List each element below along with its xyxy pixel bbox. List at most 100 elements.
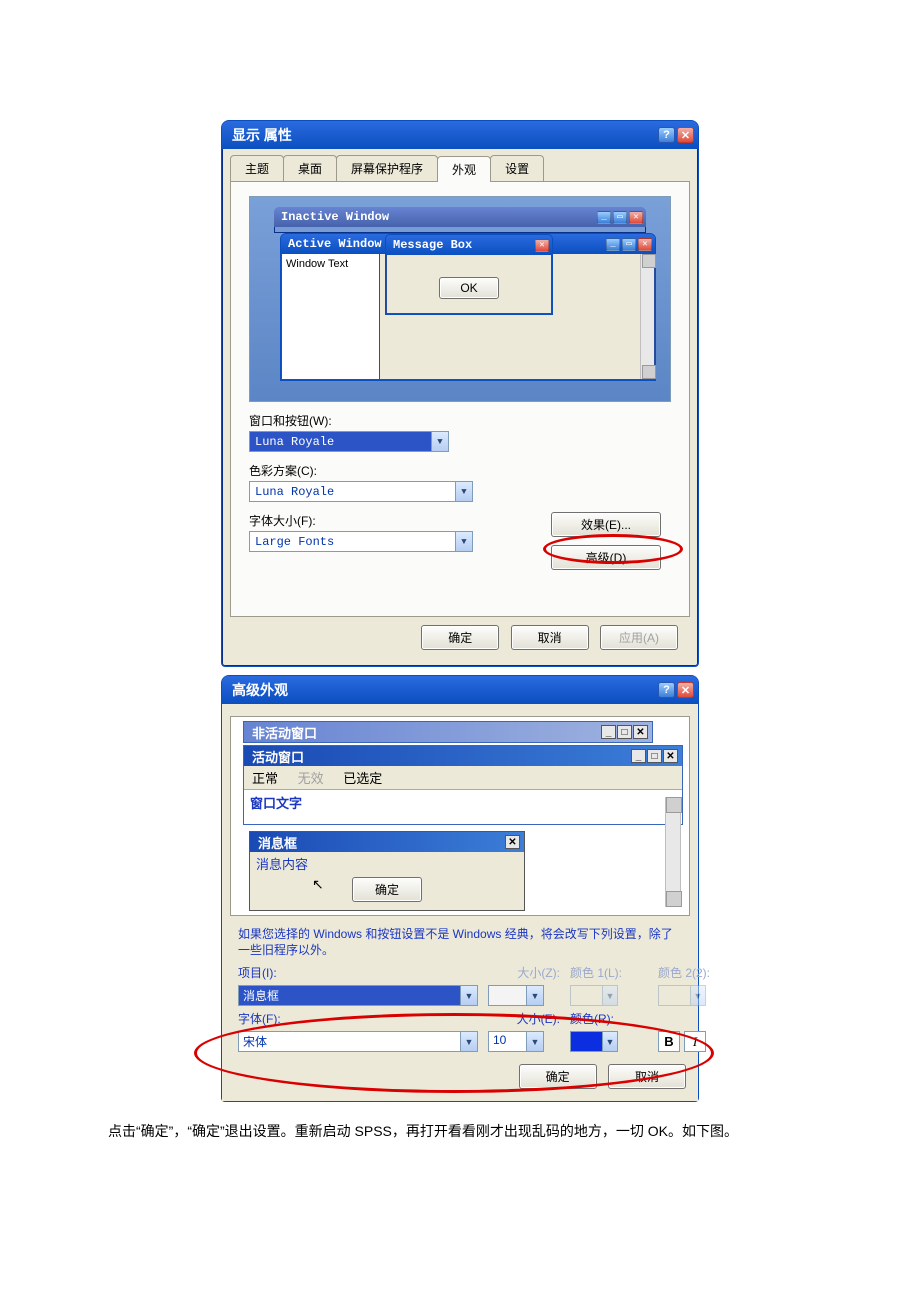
footer-paragraph: 点击“确定”，“确定”退出设置。重新启动 SPSS，再打开看看刚才出现乱码的地方… [80,1120,840,1144]
tab-appearance[interactable]: 外观 [437,156,491,182]
tab-screensaver[interactable]: 屏幕保护程序 [336,155,438,181]
cancel-button[interactable]: 取消 [608,1064,686,1089]
chevron-down-icon[interactable]: ▼ [455,532,472,551]
cursor-icon: ↖ [312,876,324,893]
preview-message-box: 消息框 ✕ 消息内容 确定 ↖ [249,831,525,911]
close-icon[interactable]: ✕ [677,127,694,143]
chevron-down-icon: ▼ [690,986,705,1005]
bold-button[interactable]: B [658,1031,680,1052]
item-label: 项目(I): [238,964,478,981]
close-icon: ✕ [535,239,549,252]
windows-buttons-combo[interactable]: Luna Royale ▼ [249,431,449,452]
appearance-tabpage: Inactive Window _ ▭ ✕ Active Window [230,182,690,617]
apply-button: 应用(A) [600,625,678,650]
size2-spinner[interactable]: 10 ▼ [488,1031,544,1052]
chevron-down-icon: ▼ [526,986,543,1005]
windows-buttons-label: 窗口和按钮(W): [249,412,671,429]
appearance-preview: Inactive Window _ ▭ ✕ Active Window [249,196,671,402]
dialog-button-row: 确定 取消 应用(A) [230,617,690,658]
display-properties-window: 显示 属性 ? ✕ 主题 桌面 屏幕保护程序 外观 设置 Inactive Wi… [221,120,699,667]
minimize-icon: _ [606,238,620,251]
windows-buttons-value: Luna Royale [250,435,431,449]
item-combo[interactable]: 消息框 ▼ [238,985,478,1006]
preview-active-window: 活动窗口 _ □ ✕ 正常 无效 已选定 窗口文字 [243,745,683,825]
maximize-icon: □ [647,749,662,763]
size2-value: 10 [489,1032,526,1051]
size2-label: 大小(E): [488,1010,560,1027]
ok-button[interactable]: 确定 [519,1064,597,1089]
maximize-icon: ▭ [613,211,627,224]
window-title: 显示 属性 [232,125,292,145]
preview-inactive-window: 非活动窗口 _ □ ✕ [243,721,653,743]
close-icon: ✕ [633,725,648,739]
close-icon: ✕ [505,835,520,849]
tab-settings[interactable]: 设置 [490,155,544,181]
preview-inactive-title: 非活动窗口 [252,723,317,742]
color-scheme-label: 色彩方案(C): [249,462,671,479]
chevron-down-icon[interactable]: ▼ [431,432,448,451]
scrollbar-icon [640,254,654,379]
minimize-icon: _ [597,211,611,224]
preview-menubar: 正常 无效 已选定 [244,766,682,790]
effects-button[interactable]: 效果(E)... [551,512,661,537]
preview-window-text: Window Text [282,254,380,379]
chevron-down-icon[interactable]: ▼ [526,1032,543,1051]
font-label: 字体(F): [238,1010,478,1027]
preview-msgbox-title: 消息框 [258,833,297,852]
maximize-icon: ▭ [622,238,636,251]
font-combo[interactable]: 宋体 ▼ [238,1031,478,1052]
item-value: 消息框 [239,986,460,1005]
menu-normal: 正常 [252,771,278,786]
preview-inactive-title: Inactive Window [281,210,389,224]
italic-button[interactable]: I [684,1031,706,1052]
preview-active-window: Active Window _ ▭ ✕ Window Text [280,233,656,381]
advanced-appearance-titlebar[interactable]: 高级外观 ? ✕ [222,676,698,704]
chevron-down-icon[interactable]: ▼ [460,986,477,1005]
tab-theme[interactable]: 主题 [230,155,284,181]
preview-active-title: 活动窗口 [252,747,304,766]
chevron-down-icon[interactable]: ▼ [460,1032,477,1051]
menu-disabled: 无效 [298,771,324,786]
color2-swatch [659,986,690,1005]
preview-active-title: Active Window [288,237,382,251]
preview-ok-button: OK [439,277,499,299]
close-icon: ✕ [663,749,678,763]
close-icon: ✕ [629,211,643,224]
size1-label: 大小(Z): [488,964,560,981]
hint-text: 如果您选择的 Windows 和按钮设置不是 Windows 经典，将会改写下列… [228,926,692,958]
color-scheme-value: Luna Royale [250,485,455,499]
preview-window-text: 窗口文字 [244,790,682,815]
advanced-button[interactable]: 高级(D) [551,545,661,570]
display-properties-titlebar[interactable]: 显示 属性 ? ✕ [222,121,698,149]
tabstrip: 主题 桌面 屏幕保护程序 外观 设置 [230,155,690,182]
close-icon: ✕ [638,238,652,251]
color-r-picker[interactable]: ▼ [570,1031,618,1052]
font-size-combo[interactable]: Large Fonts ▼ [249,531,473,552]
minimize-icon: _ [601,725,616,739]
tab-desktop[interactable]: 桌面 [283,155,337,181]
color-scheme-combo[interactable]: Luna Royale ▼ [249,481,473,502]
ok-button[interactable]: 确定 [421,625,499,650]
preview-msgbox-text: 消息内容 [256,854,518,873]
size1-spinner: ▼ [488,985,544,1006]
preview-ok-button: 确定 [352,877,422,902]
close-icon[interactable]: ✕ [677,682,694,698]
font-value: 宋体 [239,1032,460,1051]
color1-swatch [571,986,602,1005]
color2-picker: ▼ [658,985,706,1006]
cancel-button[interactable]: 取消 [511,625,589,650]
color2-label: 颜色 2(2): [658,964,736,981]
color-r-label: 颜色(R): [570,1010,648,1027]
advanced-appearance-window: 高级外观 ? ✕ 非活动窗口 _ □ ✕ 活动窗口 [221,675,699,1102]
minimize-icon: _ [631,749,646,763]
scrollbar-icon [665,797,681,907]
chevron-down-icon[interactable]: ▼ [602,1032,617,1051]
preview-message-box: Message Box ✕ OK [385,234,553,315]
help-icon[interactable]: ? [658,682,675,698]
help-icon[interactable]: ? [658,127,675,143]
window-title: 高级外观 [232,680,288,700]
advanced-preview: 非活动窗口 _ □ ✕ 活动窗口 _ □ ✕ [230,716,690,916]
chevron-down-icon[interactable]: ▼ [455,482,472,501]
font-size-value: Large Fonts [250,535,455,549]
maximize-icon: □ [617,725,632,739]
